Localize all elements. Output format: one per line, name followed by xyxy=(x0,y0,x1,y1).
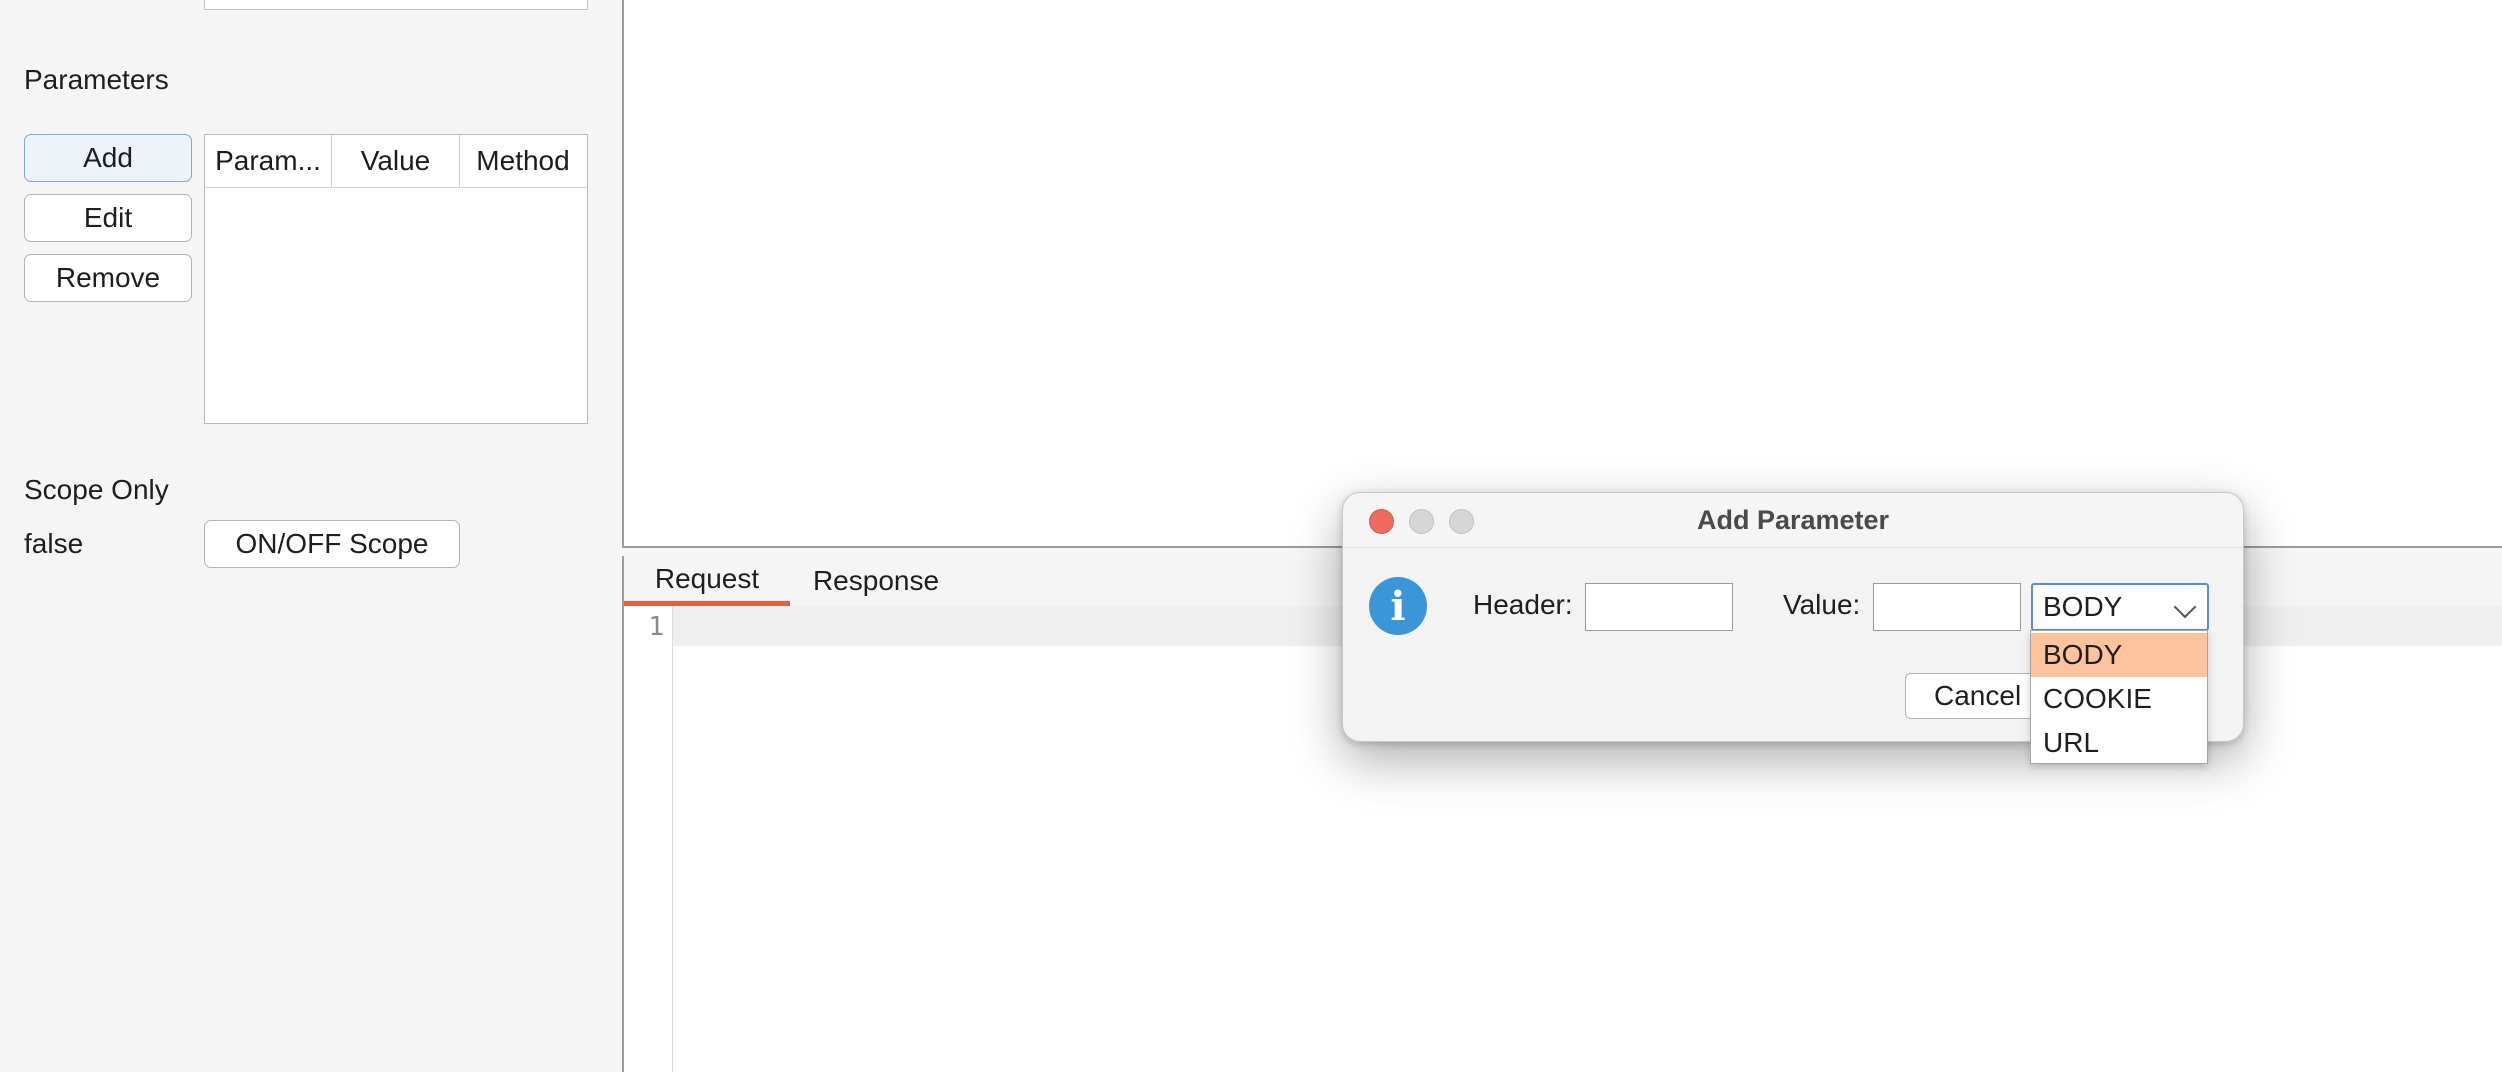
method-dropdown-list: BODY COOKIE URL xyxy=(2030,630,2208,764)
scope-only-label: Scope Only xyxy=(24,474,169,505)
dialog-titlebar: Add Parameter xyxy=(1343,493,2243,548)
remove-button[interactable]: Remove xyxy=(24,254,192,302)
add-button[interactable]: Add xyxy=(24,134,192,182)
parameters-table-header: Param... Value Method xyxy=(205,135,587,188)
line-number: 1 xyxy=(648,612,664,642)
dropdown-option-cookie[interactable]: COOKIE xyxy=(2031,677,2207,721)
info-icon: i xyxy=(1369,577,1427,635)
scope-value: false xyxy=(24,528,84,559)
column-header-value[interactable]: Value xyxy=(332,135,460,187)
line-number-gutter: 1 xyxy=(624,606,673,1072)
method-select-value: BODY xyxy=(2043,591,2123,622)
value-input[interactable] xyxy=(1873,583,2021,631)
parameters-heading: Parameters xyxy=(24,64,169,95)
left-panel: Parameters Add Edit Remove Param... Valu… xyxy=(0,0,622,1072)
column-header-param[interactable]: Param... xyxy=(205,135,332,187)
dropdown-option-url[interactable]: URL xyxy=(2031,721,2207,765)
scope-toggle-button[interactable]: ON/OFF Scope xyxy=(204,520,460,568)
value-label: Value: xyxy=(1783,589,1861,620)
parameters-table[interactable]: Param... Value Method xyxy=(204,134,588,424)
top-text-field[interactable] xyxy=(204,0,588,10)
header-input[interactable] xyxy=(1585,583,1733,631)
dialog-title: Add Parameter xyxy=(1696,504,1890,535)
dropdown-option-body[interactable]: BODY xyxy=(2031,633,2207,677)
edit-button[interactable]: Edit xyxy=(24,194,192,242)
method-select[interactable]: BODY xyxy=(2031,583,2209,631)
header-label: Header: xyxy=(1473,589,1573,620)
top-content-area xyxy=(622,0,2502,548)
chevron-down-icon xyxy=(2173,595,2197,619)
tab-response[interactable]: Response xyxy=(800,556,952,606)
column-header-method[interactable]: Method xyxy=(460,135,586,187)
tab-request[interactable]: Request xyxy=(624,556,790,606)
